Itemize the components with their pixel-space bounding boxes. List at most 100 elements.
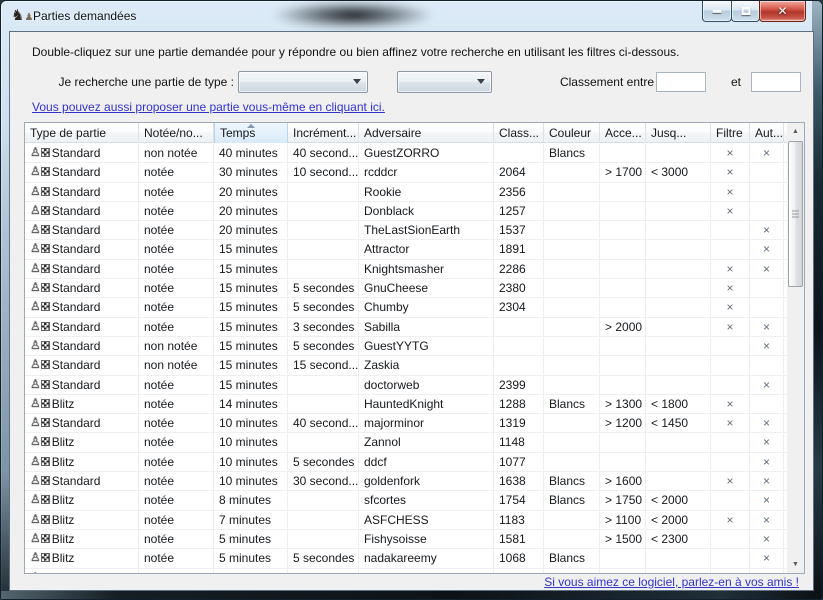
column-header-type[interactable]: Type de partie bbox=[25, 123, 139, 143]
table-row[interactable]: ♙Standardnon notée40 minutes40 second...… bbox=[25, 144, 787, 163]
table-row[interactable]: ♙Blitznotée5 minutes5 secondesnadakareem… bbox=[25, 549, 787, 568]
cell-type: ♙Standard bbox=[25, 318, 139, 336]
chessboard-icon bbox=[41, 437, 50, 446]
table-row[interactable]: ♙Standardnotée15 minutesdoctorweb2399× bbox=[25, 376, 787, 395]
cell-time: 15 minutes bbox=[214, 279, 288, 297]
column-header-color[interactable]: Couleur bbox=[544, 123, 600, 143]
table-row[interactable]: ♙Standardnotée15 minutes3 secondesSabill… bbox=[25, 318, 787, 337]
table-row[interactable]: ♙Standardnotée10 minutes40 second...majo… bbox=[25, 414, 787, 433]
cell-text: × bbox=[726, 185, 733, 199]
cell-type: ♙Standard bbox=[25, 376, 139, 394]
cell-text: 1891 bbox=[499, 242, 526, 256]
table-row[interactable]: ♙Blitznotée10 minutesZannol1148× bbox=[25, 433, 787, 452]
cell-text: 5 minutes bbox=[219, 532, 271, 546]
cell-below bbox=[646, 221, 711, 239]
cell-text: 15 second... bbox=[293, 358, 358, 372]
cell-time: 5 minutes bbox=[214, 549, 288, 567]
cell-below bbox=[646, 279, 711, 297]
column-header-rating[interactable]: Class... bbox=[494, 123, 544, 143]
table-row[interactable]: ♙Standardnotée10 minutes30 second...gold… bbox=[25, 472, 787, 491]
cell-increment: 30 second... bbox=[288, 472, 359, 490]
column-header-time[interactable]: Temps bbox=[214, 123, 288, 143]
cell-text: notée bbox=[144, 493, 174, 507]
cell-text: > 2000 bbox=[605, 320, 642, 334]
game-type-select[interactable] bbox=[238, 71, 368, 93]
share-with-friends-link[interactable]: Si vous aimez ce logiciel, parlez-en à v… bbox=[544, 575, 799, 589]
close-button[interactable]: ✕ bbox=[759, 1, 806, 22]
cell-rated: notée bbox=[139, 549, 214, 567]
table-row[interactable]: ♙Blitznotée10 minutes5 secondesddcf1077× bbox=[25, 453, 787, 472]
cell-time: 15 minutes bbox=[214, 337, 288, 355]
chessboard-icon bbox=[41, 187, 50, 196]
table-row[interactable]: ♙Blitznotée14 minutesHauntedKnight1288Bl… bbox=[25, 395, 787, 414]
cell-text: × bbox=[726, 281, 733, 295]
cell-filter bbox=[711, 337, 750, 355]
chess-game-icon: ♙ bbox=[30, 281, 50, 294]
minimize-button[interactable] bbox=[702, 1, 732, 22]
cell-increment: 5 secondes bbox=[288, 279, 359, 297]
cell-below bbox=[646, 569, 711, 573]
table-row[interactable]: ♙Blitznotée7 minutesASFCHESS1183> 1100< … bbox=[25, 511, 787, 530]
pawn-icon: ♙ bbox=[30, 223, 41, 236]
cell-text: × bbox=[763, 339, 770, 353]
rating-max-input[interactable] bbox=[751, 72, 801, 92]
column-header-filter[interactable]: Filtre bbox=[711, 123, 750, 143]
table-row[interactable]: ♙Standardnotée30 minutes10 second...rcdd… bbox=[25, 163, 787, 182]
cell-other: × bbox=[750, 337, 784, 355]
table-row[interactable]: ♙Blitznotée5 minutesblik2179× bbox=[25, 569, 787, 573]
table-row[interactable]: ♙Standardnotée20 minutesDonblack1257× bbox=[25, 202, 787, 221]
table-row[interactable]: ♙Standardnon notée15 minutes15 second...… bbox=[25, 356, 787, 375]
column-header-above[interactable]: Acce... bbox=[600, 123, 646, 143]
table-row[interactable]: ♙Standardnotée15 minutesAttractor1891× bbox=[25, 240, 787, 259]
propose-game-link[interactable]: Vous pouvez aussi proposer une partie vo… bbox=[32, 100, 385, 114]
cell-text: × bbox=[726, 416, 733, 430]
table-row[interactable]: ♙Standardnotée15 minutesKnightsmasher228… bbox=[25, 260, 787, 279]
cell-type: ♙Standard bbox=[25, 472, 139, 490]
rating-min-input[interactable] bbox=[656, 72, 706, 92]
table-row[interactable]: ♙Standardnotée20 minutesTheLastSionEarth… bbox=[25, 221, 787, 240]
close-icon: ✕ bbox=[760, 4, 805, 18]
cell-text: GuestZORRO bbox=[364, 146, 439, 160]
cell-rated: non notée bbox=[139, 144, 214, 162]
cell-type: ♙Standard bbox=[25, 298, 139, 316]
cell-text: × bbox=[726, 146, 733, 160]
table-row[interactable]: ♙Standardnotée15 minutes5 secondesGnuChe… bbox=[25, 279, 787, 298]
chessboard-icon bbox=[41, 515, 50, 524]
cell-filter bbox=[711, 240, 750, 258]
cell-time: 15 minutes bbox=[214, 240, 288, 258]
cell-text: Blancs bbox=[549, 493, 585, 507]
maximize-button[interactable] bbox=[731, 1, 760, 22]
game-subtype-select[interactable] bbox=[397, 71, 492, 93]
scroll-up-button[interactable]: ▲ bbox=[787, 123, 804, 140]
table-row[interactable]: ♙Blitznotée8 minutessfcortes1754Blancs> … bbox=[25, 491, 787, 510]
cell-type: ♙Blitz bbox=[25, 453, 139, 471]
cell-rating bbox=[494, 356, 544, 374]
pawn-icon: ♙ bbox=[30, 493, 41, 506]
titlebar[interactable]: ♞♟ Parties demandées ✕ bbox=[1, 1, 822, 31]
cell-other: × bbox=[750, 318, 784, 336]
column-header-opponent[interactable]: Adversaire bbox=[359, 123, 494, 143]
table-row[interactable]: ♙Standardnon notée15 minutes5 secondesGu… bbox=[25, 337, 787, 356]
cell-opponent: nadakareemy bbox=[359, 549, 494, 567]
window-title: Parties demandées bbox=[33, 9, 136, 23]
cell-below: < 1800 bbox=[646, 395, 711, 413]
chess-game-icon: ♙ bbox=[30, 185, 50, 198]
cell-text: Chumby bbox=[364, 300, 409, 314]
table-row[interactable]: ♙Standardnotée15 minutes5 secondesChumby… bbox=[25, 298, 787, 317]
cell-text: 1288 bbox=[499, 397, 526, 411]
cell-opponent: Attractor bbox=[359, 240, 494, 258]
table-row[interactable]: ♙Standardnotée20 minutesRookie2356× bbox=[25, 183, 787, 202]
scrollbar-thumb[interactable] bbox=[788, 141, 803, 287]
cell-text: Blancs bbox=[549, 146, 585, 160]
cell-other bbox=[750, 279, 784, 297]
cell-text: 1319 bbox=[499, 416, 526, 430]
scroll-down-button[interactable]: ▼ bbox=[787, 556, 804, 573]
column-header-increment[interactable]: Incrément... bbox=[288, 123, 359, 143]
column-header-rated[interactable]: Notée/no... bbox=[139, 123, 214, 143]
table-row[interactable]: ♙Blitznotée5 minutesFishysoisse1581> 150… bbox=[25, 530, 787, 549]
cell-text: 15 minutes bbox=[219, 242, 278, 256]
column-header-other[interactable]: Aut... bbox=[750, 123, 784, 143]
vertical-scrollbar[interactable]: ▲ ▼ bbox=[787, 123, 804, 573]
column-header-below[interactable]: Jusq... bbox=[646, 123, 711, 143]
cell-text: notée bbox=[144, 378, 174, 392]
